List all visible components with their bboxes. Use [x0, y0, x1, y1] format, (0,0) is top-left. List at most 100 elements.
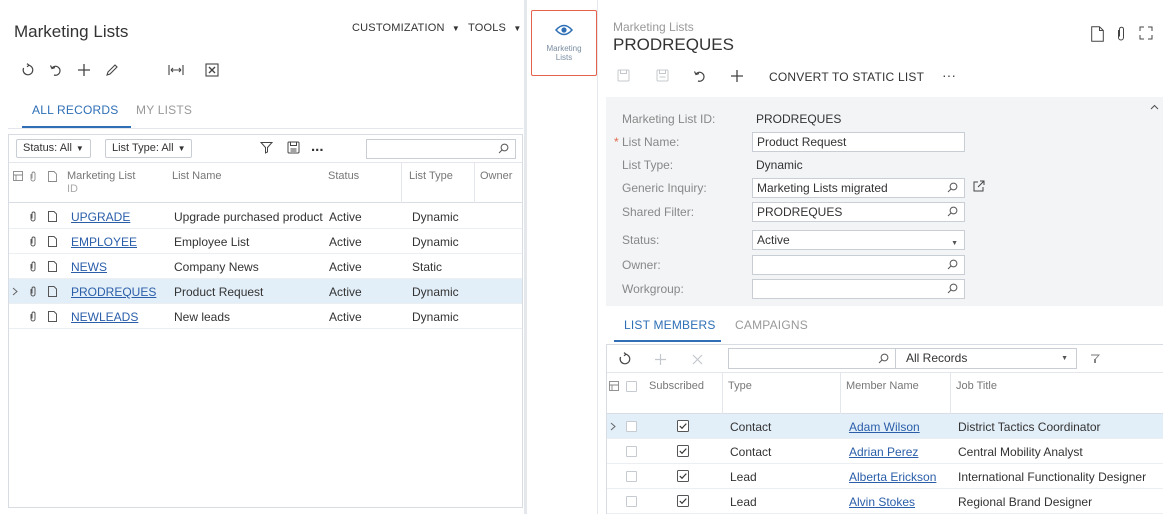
notes-icon[interactable]	[1091, 26, 1104, 42]
member-name-link[interactable]: Adrian Perez	[849, 445, 918, 459]
attachment-icon[interactable]	[29, 286, 37, 297]
more-actions-button[interactable]: ···	[942, 67, 956, 83]
more-button[interactable]: ...	[311, 138, 324, 155]
table-row[interactable]: EMPLOYEE Employee List Active Dynamic	[9, 229, 522, 254]
row-select-checkbox[interactable]	[626, 496, 637, 507]
refresh-icon[interactable]	[618, 352, 632, 366]
list-id-link[interactable]: UPGRADE	[71, 210, 130, 224]
member-name-link[interactable]: Adam Wilson	[849, 420, 920, 434]
clear-filter-icon[interactable]	[1089, 353, 1101, 365]
list-type-label: List Type:	[622, 158, 674, 172]
list-type-filter[interactable]: List Type: All ▼	[105, 139, 193, 158]
note-icon[interactable]	[48, 286, 57, 297]
grid-search-input[interactable]	[366, 139, 516, 159]
subscribed-checkbox[interactable]	[677, 445, 689, 457]
column-list-name[interactable]: List Name	[172, 170, 222, 183]
members-search-input[interactable]	[728, 348, 896, 369]
column-job-title[interactable]: Job Title	[956, 380, 997, 393]
column-member-name[interactable]: Member Name	[846, 380, 919, 393]
delete-row-icon[interactable]	[692, 354, 703, 365]
add-icon[interactable]	[730, 69, 744, 83]
subscribed-checkbox[interactable]	[677, 495, 689, 507]
note-icon[interactable]	[48, 236, 57, 247]
tab-my-lists[interactable]: MY LISTS	[136, 103, 192, 117]
column-marketing-list-id[interactable]: Marketing List ID	[67, 170, 135, 196]
table-row[interactable]: Lead Alvin Stokes Regional Brand Designer	[607, 489, 1163, 514]
subscribed-checkbox[interactable]	[677, 420, 689, 432]
marketing-lists-side-button[interactable]: Marketing Lists	[531, 10, 597, 76]
attachment-icon[interactable]	[29, 211, 37, 222]
subscribed-checkbox[interactable]	[677, 470, 689, 482]
search-icon[interactable]	[947, 259, 958, 270]
attachment-icon[interactable]	[29, 236, 37, 247]
search-icon[interactable]	[947, 206, 958, 217]
filter-bar: Status: All ▼ List Type: All ▼ ...	[9, 135, 522, 163]
search-icon[interactable]	[947, 283, 958, 294]
select-all-checkbox[interactable]	[626, 381, 637, 392]
table-row[interactable]: UPGRADE Upgrade purchased product Active Dy…	[9, 204, 522, 229]
table-row[interactable]: Contact Adrian Perez Central Mobility Anal…	[607, 439, 1163, 464]
table-row[interactable]: Contact Adam Wilson District Tactics Coord…	[607, 414, 1163, 439]
filter-icon[interactable]	[260, 141, 273, 154]
collapse-icon[interactable]	[1150, 104, 1159, 110]
edit-icon[interactable]	[104, 62, 120, 78]
files-column-icon[interactable]	[13, 171, 23, 181]
row-select-checkbox[interactable]	[626, 421, 637, 432]
attachment-icon[interactable]	[1116, 26, 1126, 42]
tab-campaigns[interactable]: CAMPAIGNS	[735, 318, 808, 332]
right-panel: Marketing Lists PRODREQUES CONVERT TO ST…	[598, 0, 1163, 514]
shared-filter-field[interactable]: PRODREQUES	[752, 202, 965, 222]
fullscreen-icon[interactable]	[1139, 26, 1153, 40]
list-id-link[interactable]: NEWS	[71, 260, 107, 274]
attachment-icon[interactable]	[29, 311, 37, 322]
attachment-icon[interactable]	[29, 261, 37, 272]
status-cell: Active	[329, 235, 362, 249]
column-type[interactable]: Type	[728, 380, 752, 393]
open-link-icon[interactable]	[973, 180, 985, 192]
row-select-checkbox[interactable]	[626, 471, 637, 482]
records-filter-select[interactable]: All Records ▼	[896, 348, 1077, 369]
table-row[interactable]: NEWLEADS New leads Active Dynamic	[9, 304, 522, 329]
member-name-link[interactable]: Alberta Erickson	[849, 470, 936, 484]
column-status[interactable]: Status	[328, 170, 359, 183]
tab-list-members[interactable]: LIST MEMBERS	[624, 318, 716, 332]
status-filter[interactable]: Status: All ▼	[16, 139, 91, 158]
column-list-type[interactable]: List Type	[409, 170, 453, 183]
list-id-link[interactable]: EMPLOYEE	[71, 235, 137, 249]
column-owner[interactable]: Owner	[480, 170, 512, 183]
undo-icon[interactable]	[48, 62, 64, 78]
note-icon[interactable]	[48, 261, 57, 272]
save-close-icon[interactable]	[617, 69, 630, 82]
list-id-link[interactable]: NEWLEADS	[71, 310, 138, 324]
files-column-icon[interactable]	[609, 381, 619, 391]
table-row[interactable]: NEWS Company News Active Static	[9, 254, 522, 279]
table-row[interactable]: PRODREQUES Product Request Active Dynamic	[9, 279, 522, 304]
tab-all-records[interactable]: ALL RECORDS	[32, 103, 118, 117]
customization-menu[interactable]: CUSTOMIZATION ▼	[352, 22, 460, 34]
status-select[interactable]: Active ▼	[752, 230, 965, 250]
member-name-link[interactable]: Alvin Stokes	[849, 495, 915, 509]
owner-field[interactable]	[752, 255, 965, 275]
add-row-icon[interactable]	[654, 353, 667, 366]
save-icon[interactable]	[656, 69, 669, 82]
workgroup-field[interactable]	[752, 279, 965, 299]
list-id-link[interactable]: PRODREQUES	[71, 285, 156, 299]
note-icon[interactable]	[48, 311, 57, 322]
save-icon[interactable]	[287, 141, 300, 154]
list-name-field[interactable]: Product Request	[752, 132, 965, 152]
note-icon[interactable]	[48, 211, 57, 222]
add-icon[interactable]	[76, 62, 92, 78]
convert-to-static-list-button[interactable]: CONVERT TO STATIC LIST	[769, 70, 924, 84]
search-icon[interactable]	[947, 182, 958, 193]
row-selector-icon	[610, 422, 616, 431]
column-subscribed[interactable]: Subscribed	[649, 380, 704, 393]
row-select-checkbox[interactable]	[626, 446, 637, 457]
undo-icon[interactable]	[693, 69, 707, 83]
refresh-icon[interactable]	[20, 62, 36, 78]
generic-inquiry-field[interactable]: Marketing Lists migrated	[752, 178, 965, 198]
breadcrumb[interactable]: Marketing Lists	[613, 20, 694, 34]
table-row[interactable]: Lead Alberta Erickson International Functi…	[607, 464, 1163, 489]
fit-to-screen-icon[interactable]	[168, 62, 184, 78]
tools-menu[interactable]: TOOLS ▼	[468, 22, 521, 34]
export-excel-icon[interactable]	[204, 62, 220, 78]
